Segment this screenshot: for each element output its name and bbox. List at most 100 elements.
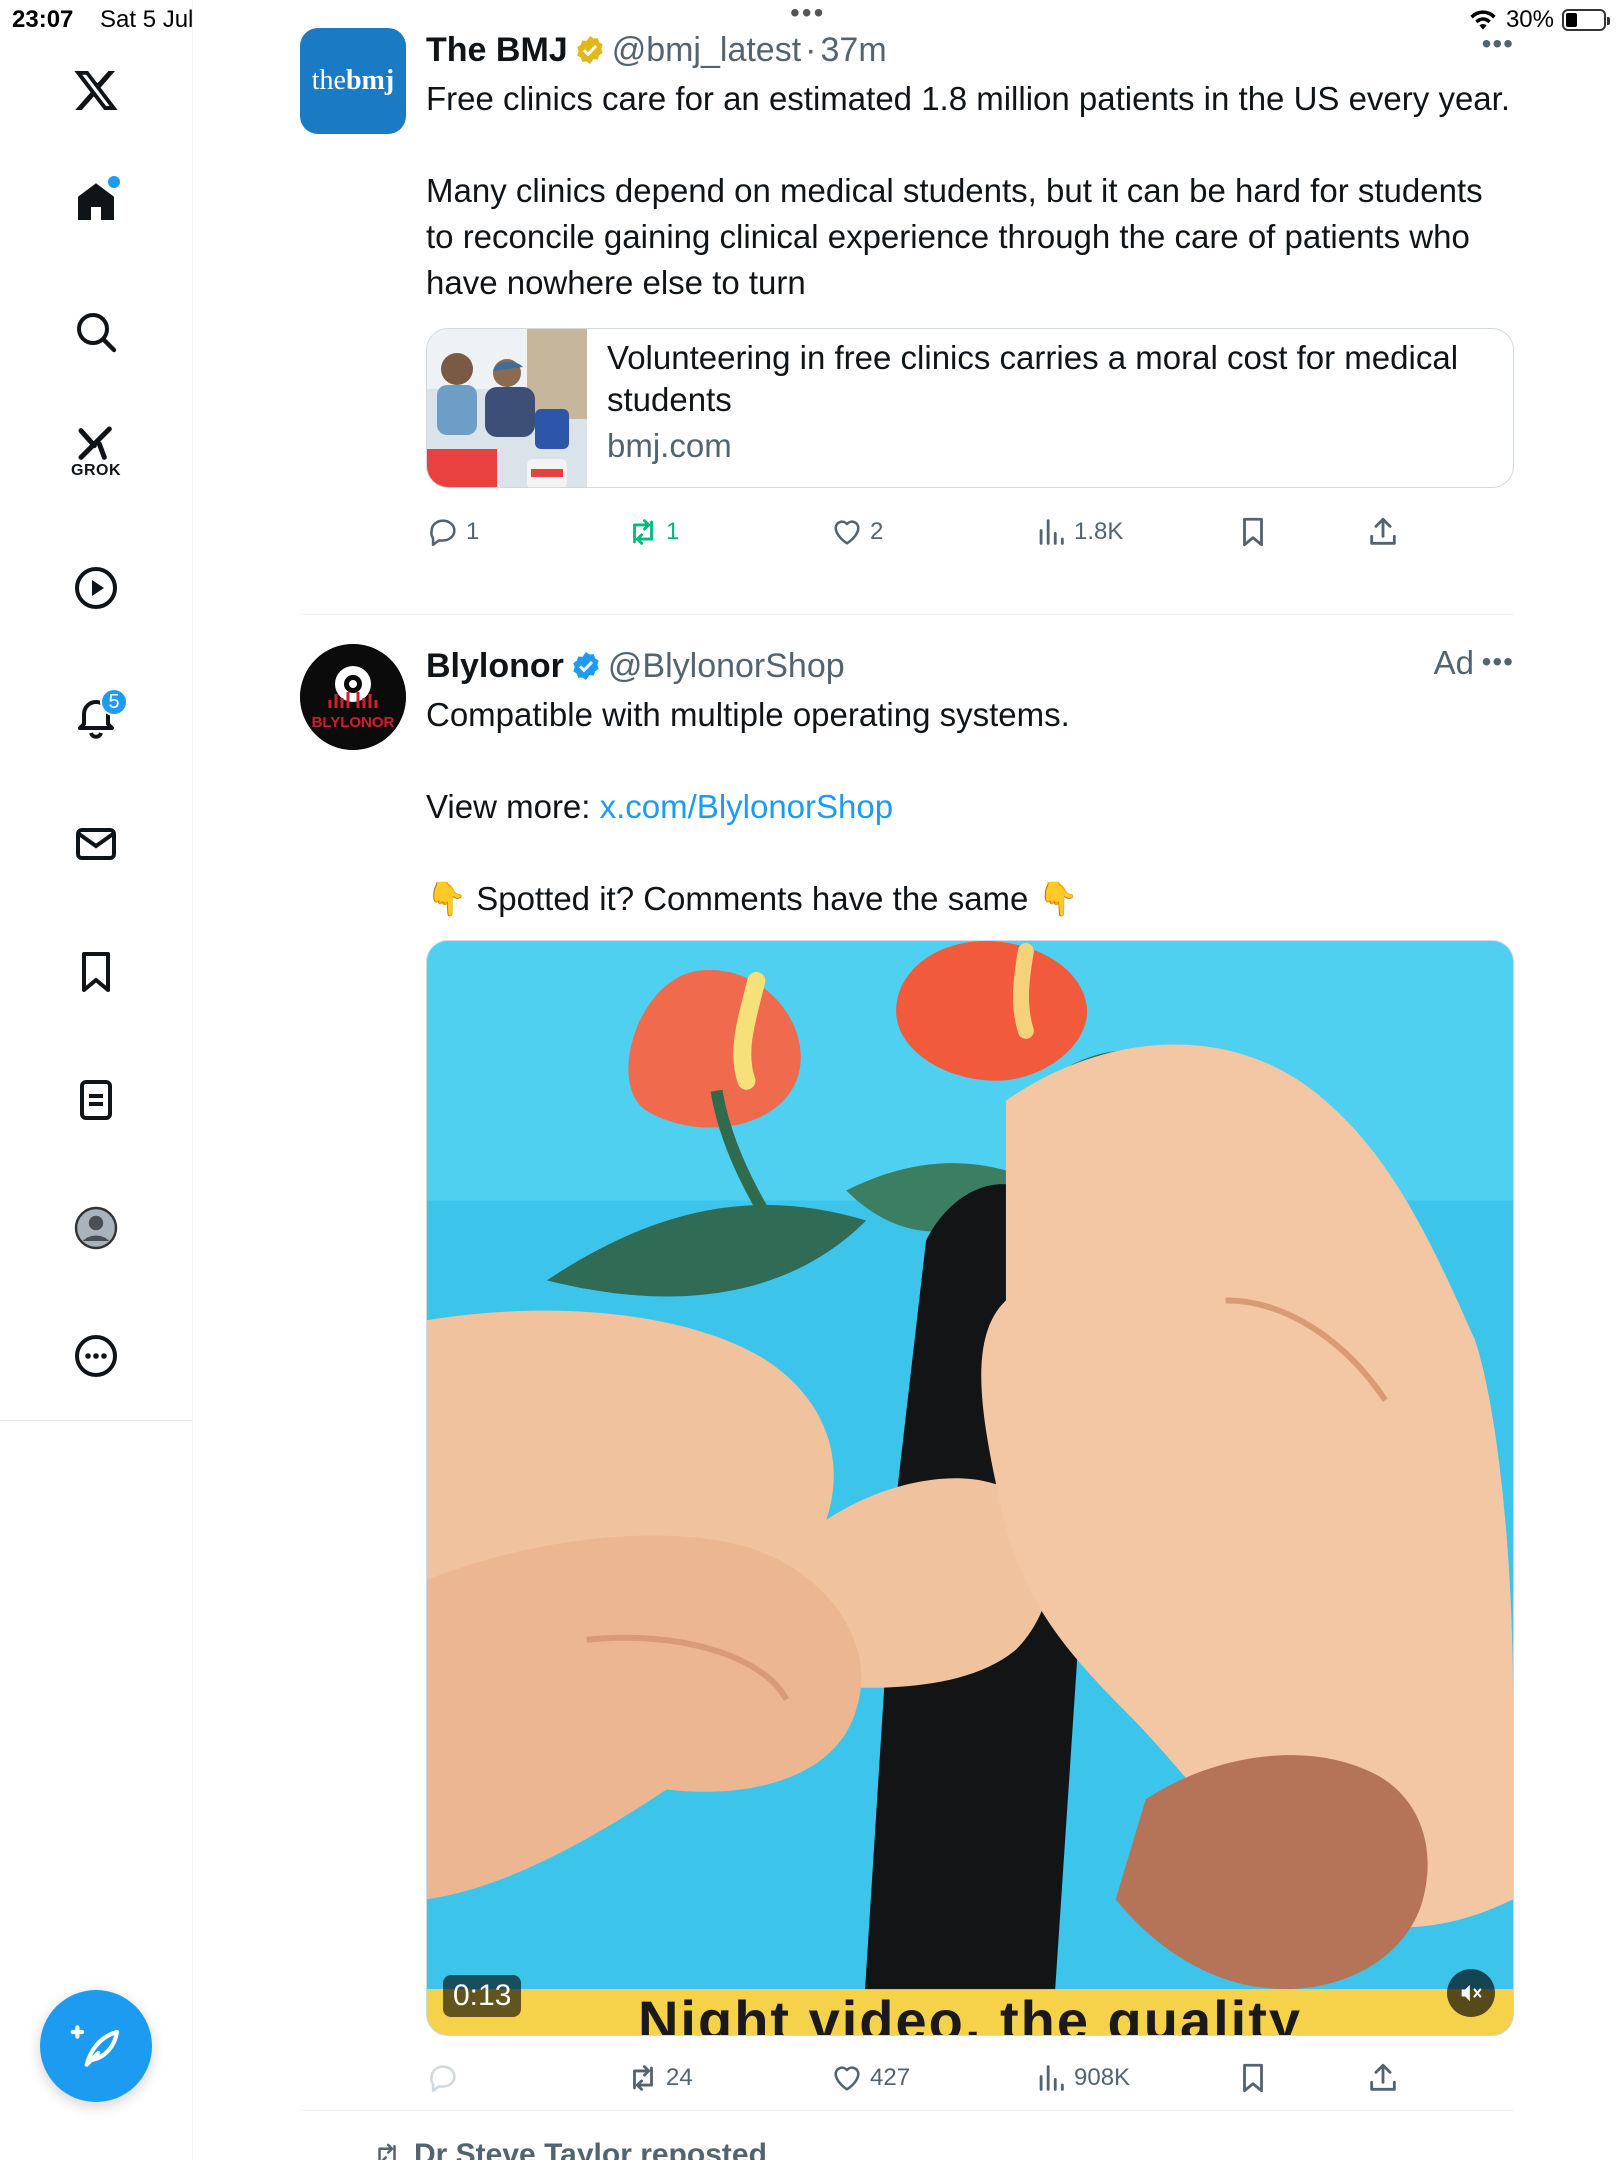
tweet-actions: 24 427 908K (426, 2058, 1514, 2098)
repost-count: 24 (666, 2064, 693, 2091)
like-button[interactable]: 2 (830, 515, 883, 549)
compose-post-button[interactable] (40, 1990, 152, 2102)
grok-icon (78, 426, 112, 460)
sidebar-item-messages[interactable] (56, 804, 136, 884)
view-more-link[interactable]: x.com/BlylonorShop (600, 788, 893, 825)
author-name[interactable]: The BMJ (426, 31, 568, 70)
separator-dot: · (805, 30, 817, 69)
bookmark-button[interactable] (1236, 2061, 1270, 2095)
author-name[interactable]: Blylonor (426, 647, 564, 686)
views-button[interactable]: 1.8K (1034, 515, 1123, 549)
views-button[interactable]: 908K (1034, 2061, 1130, 2095)
repost-icon (378, 2143, 396, 2160)
sidebar-item-explore[interactable] (56, 292, 136, 372)
verified-gold-badge-icon (577, 36, 603, 64)
reposted-by-label: Dr Steve Taylor reposted (414, 2138, 767, 2160)
link-card-domain: bmj.com (607, 427, 732, 464)
video-frame-image (427, 941, 1513, 2035)
sidebar-divider (0, 1420, 192, 1421)
tweet-body: The BMJ @bmj_latest · 37m Free clinics c… (426, 28, 1514, 552)
sidebar-item-bookmarks[interactable] (56, 932, 136, 1012)
sidebar-item-more[interactable] (56, 1316, 136, 1396)
video-player[interactable]: Night video, the quality 0:13 (426, 940, 1514, 2036)
like-count: 2 (870, 518, 884, 545)
tweet-actions: 1 1 2 1.8K (426, 512, 1514, 552)
view-more-label: View more: (426, 788, 600, 825)
avatar-bmj[interactable]: the bmj (300, 28, 406, 134)
multitasking-dots-icon[interactable]: ••• (790, 0, 825, 27)
muted-speaker-icon (1461, 1984, 1482, 2002)
tweet-header: The BMJ @bmj_latest · 37m (426, 28, 1514, 72)
more-icon (75, 1335, 117, 1377)
reply-button[interactable]: 1 (426, 515, 479, 549)
bookmark-button[interactable] (1236, 515, 1270, 549)
tweet-paragraph: Free clinics care for an estimated 1.8 m… (426, 80, 1510, 117)
tweet-body: Blylonor @BlylonorShop Compatible with m… (426, 644, 1514, 2098)
tweet-divider (300, 2110, 1514, 2111)
reply-icon (430, 519, 456, 547)
spotted-text: Spotted it? Comments have the same (476, 880, 1029, 917)
tweet-paragraph: 👇 Spotted it? Comments have the same 👇 (426, 876, 1514, 922)
battery-icon (1562, 9, 1610, 31)
home-unread-dot (108, 176, 120, 188)
video-duration: 0:13 (443, 1975, 522, 2017)
tweet-divider (300, 614, 1514, 615)
tweet-paragraph: Many clinics depend on medical students,… (426, 172, 1483, 301)
pointing-down-emoji: 👇 (1037, 880, 1079, 917)
sidebar-item-lists[interactable] (56, 1060, 136, 1140)
reposted-by-line[interactable]: Dr Steve Taylor reposted (372, 2138, 767, 2160)
sidebar: GROK 5 (0, 0, 193, 2160)
compose-feather-icon (70, 2025, 120, 2067)
repost-count: 1 (666, 518, 680, 545)
avatar-blylonor[interactable]: BLYLONOR (300, 644, 406, 750)
repost-button[interactable]: 24 (626, 2061, 693, 2095)
view-count: 908K (1074, 2064, 1131, 2091)
author-handle[interactable]: @BlylonorShop (608, 647, 845, 686)
tweet-timestamp[interactable]: 37m (821, 31, 887, 70)
like-count: 427 (870, 2064, 911, 2091)
reply-button[interactable] (426, 2061, 460, 2095)
link-card[interactable]: Volunteering in free clinics carries a m… (426, 328, 1514, 488)
search-icon (77, 313, 117, 353)
like-heart-icon (834, 520, 860, 545)
bmj-logo-text-b: bmj (345, 65, 395, 96)
link-card-thumbnail (427, 329, 587, 487)
author-handle[interactable]: @bmj_latest (612, 31, 801, 70)
tweet-text: Free clinics care for an estimated 1.8 m… (426, 76, 1514, 306)
share-icon (1370, 2063, 1396, 2091)
sidebar-item-notifications[interactable]: 5 (56, 676, 136, 756)
x-logo-icon (74, 71, 118, 110)
sidebar-item-home[interactable] (56, 162, 136, 242)
messages-icon (76, 828, 116, 860)
views-bar-chart-icon (1039, 2065, 1064, 2091)
sidebar-item-profile[interactable] (56, 1188, 136, 1268)
video-icon (75, 567, 117, 609)
link-card-info: Volunteering in free clinics carries a m… (587, 329, 1513, 487)
tweet-paragraph: Compatible with multiple operating syste… (426, 696, 1070, 733)
sidebar-item-grok[interactable]: GROK (56, 412, 136, 492)
x-logo[interactable] (56, 50, 136, 130)
link-card-title: Volunteering in free clinics carries a m… (607, 339, 1459, 418)
lists-icon (80, 1080, 112, 1120)
repost-button[interactable]: 1 (626, 515, 679, 549)
battery-level (1566, 13, 1577, 27)
mute-button[interactable] (1447, 1969, 1495, 2017)
bookmark-icon (1243, 517, 1263, 547)
tweet-paragraph: View more: x.com/BlylonorShop (426, 784, 1514, 830)
share-button[interactable] (1366, 515, 1400, 549)
share-button[interactable] (1366, 2061, 1400, 2095)
repost-icon (633, 519, 653, 545)
reply-count: 1 (466, 518, 480, 545)
like-button[interactable]: 427 (830, 2061, 910, 2095)
bookmarks-icon (82, 952, 110, 992)
bmj-logo-text-a: the (311, 65, 346, 96)
clinic-photo-image (427, 329, 587, 487)
tweet-header: Blylonor @BlylonorShop (426, 644, 1514, 688)
grok-label: GROK (71, 462, 121, 479)
tweet-text: Compatible with multiple operating syste… (426, 692, 1514, 922)
view-count: 1.8K (1074, 518, 1124, 545)
share-icon (1370, 517, 1396, 545)
reply-icon (430, 2065, 456, 2093)
blylonor-logo-text: BLYLONOR (311, 714, 395, 731)
sidebar-item-video[interactable] (56, 548, 136, 628)
